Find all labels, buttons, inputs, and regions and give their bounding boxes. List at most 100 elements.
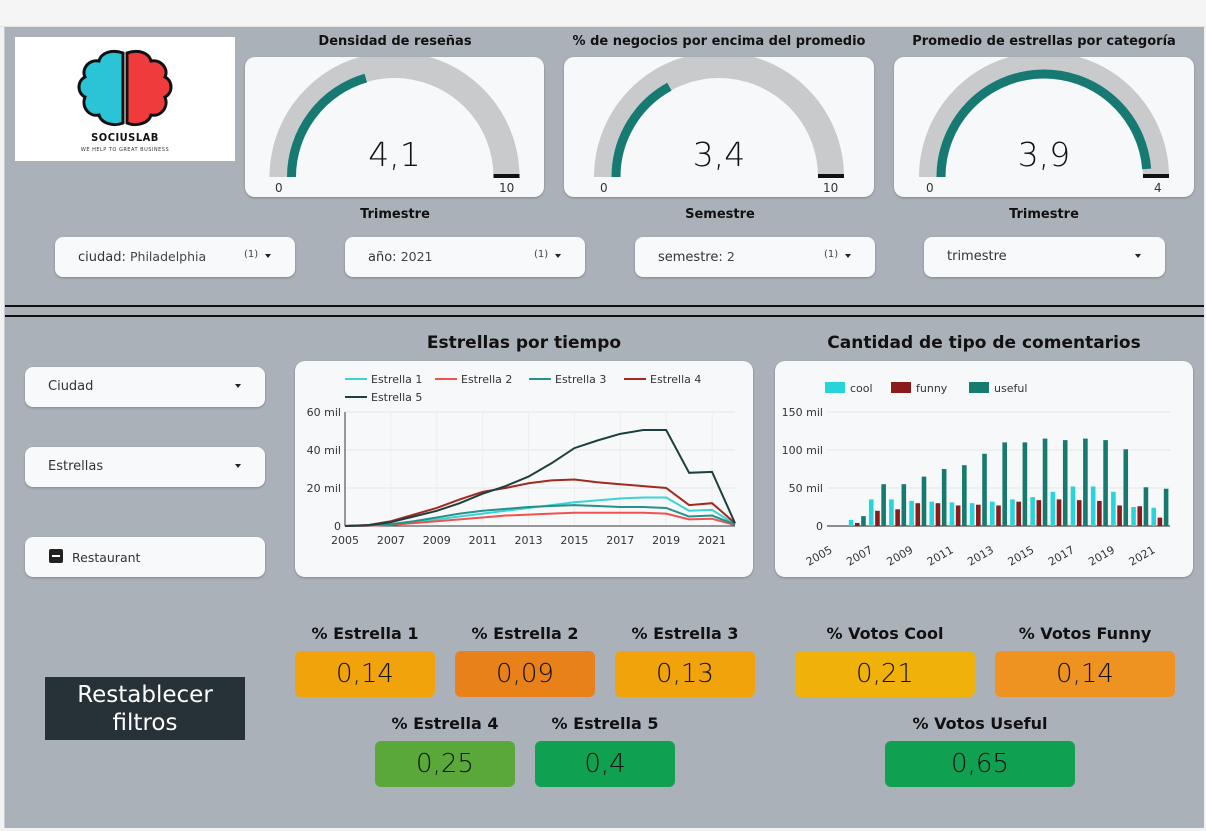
legend-label: Estrella 4: [650, 373, 701, 386]
legend-label: Estrella 2: [461, 373, 512, 386]
filter-title-semestre: Semestre: [685, 207, 755, 222]
logo-name: SOCIUSLAB: [91, 131, 159, 144]
kpi-title-estrella-5: % Estrella 5: [551, 714, 659, 733]
kpi-title-votos-useful: % Votos Useful: [912, 714, 1048, 733]
gauge-title-densidad: Densidad de reseñas: [318, 34, 472, 49]
kpi-estrella-5: 0,4: [535, 741, 675, 787]
bar-funny: [976, 504, 981, 526]
y-tick-label: 60 mil: [307, 406, 341, 419]
filter-text: semestre: 2: [658, 249, 735, 265]
bar-useful: [901, 484, 907, 526]
bar-useful: [1103, 440, 1108, 526]
city-filter-dropdown[interactable]: ciudad: Philadelphia (1): [55, 237, 295, 277]
x-tick-label: 2011: [469, 534, 497, 547]
x-tick-label: 2011: [925, 543, 956, 568]
filter-label: semestre:: [658, 250, 723, 265]
bar-funny: [1036, 500, 1042, 526]
filter-count: (1): [534, 249, 549, 260]
kpi-title-votos-cool: % Votos Cool: [826, 624, 944, 643]
filter-title-trimestre: Trimestre: [360, 207, 430, 222]
quarter-filter-dropdown[interactable]: trimestre: [924, 237, 1165, 277]
dropdown-label: Estrellas: [48, 459, 104, 474]
estrellas-dropdown[interactable]: Estrellas: [25, 447, 265, 487]
chevron-down-icon: [235, 384, 241, 388]
y-tick-label: 50 mil: [789, 482, 823, 495]
x-tick-label: 2009: [885, 543, 916, 568]
bar-cool: [909, 500, 914, 526]
x-tick-label: 2005: [804, 543, 835, 568]
gauge-arc: [594, 52, 844, 178]
chevron-down-icon: [1135, 254, 1141, 258]
bar-useful: [921, 476, 927, 526]
bar-useful: [962, 465, 967, 526]
bar-funny: [1097, 500, 1102, 526]
category-checkbox-filter[interactable]: Restaurant: [25, 537, 265, 577]
y-tick-label: 0: [334, 520, 341, 533]
x-tick-label: 2021: [1127, 543, 1158, 568]
semester-filter-dropdown[interactable]: semestre: 2 (1): [635, 237, 875, 277]
bar-funny: [895, 509, 900, 526]
bar-funny: [1157, 517, 1163, 526]
gauge-max: 4: [1154, 181, 1162, 195]
bar-funny: [1056, 499, 1062, 526]
gauge-arc: [269, 52, 520, 178]
gauge-min: 0: [275, 181, 283, 195]
bar-funny: [875, 510, 880, 526]
bar-cool: [990, 501, 995, 526]
stars-chart-title: Estrellas por tiempo: [426, 333, 622, 353]
kpi-votos-funny: 0,14: [995, 651, 1175, 697]
bar-useful: [881, 484, 886, 526]
reset-filters-button[interactable]: Restablecer filtros: [45, 677, 245, 740]
bar-cool: [868, 499, 874, 526]
bar-cool: [1050, 491, 1056, 526]
x-tick-label: 2019: [652, 534, 680, 547]
filter-label: año:: [368, 250, 397, 265]
chevron-down-icon: [235, 464, 241, 468]
x-tick-label: 2015: [560, 534, 588, 547]
legend-label: useful: [994, 382, 1027, 395]
x-tick-label: 2009: [423, 534, 451, 547]
bar-cool: [1010, 499, 1015, 526]
legend-swatch: [969, 382, 989, 393]
kpi-estrella-1: 0,14: [295, 651, 435, 697]
comments-chart-title: Cantidad de tipo de comentarios: [827, 333, 1141, 353]
stars-line-chart-card: 0 20 mil 40 mil 60 mil 2005 2007 2009 2011 2013 2…: [295, 361, 753, 577]
dashboard-canvas: SOCIUSLAB WE HELP TO GREAT BUSINESS Dens…: [4, 27, 1204, 828]
gauge-max: 10: [499, 181, 515, 195]
bar-funny: [854, 522, 860, 526]
y-tick-label: 150 mil: [782, 406, 823, 419]
x-tick-label: 2017: [1046, 543, 1077, 568]
bar-cool: [889, 499, 894, 526]
bar-funny: [935, 503, 941, 526]
brand-logo: SOCIUSLAB WE HELP TO GREAT BUSINESS: [15, 37, 235, 161]
kpi-title-estrella-3: % Estrella 3: [631, 624, 739, 643]
bar-funny: [1076, 500, 1082, 526]
bar-cool: [1111, 491, 1116, 526]
bar-useful: [1163, 488, 1169, 526]
chevron-down-icon: [555, 254, 561, 258]
gauge-value: 3,4: [692, 135, 746, 174]
kpi-estrella-2: 0,09: [455, 651, 595, 697]
y-tick-label: 20 mil: [307, 482, 341, 495]
gauge-max: 10: [823, 181, 839, 195]
ciudad-dropdown[interactable]: Ciudad: [25, 367, 265, 407]
filter-title-trimestre-2: Trimestre: [1009, 207, 1079, 222]
bar-cool: [1030, 497, 1035, 526]
kpi-votos-useful: 0,65: [885, 741, 1075, 787]
y-tick-label: 100 mil: [782, 444, 823, 457]
x-tick-label: 2017: [606, 534, 634, 547]
filter-text: ciudad: Philadelphia: [78, 249, 206, 265]
legend-swatch: [825, 382, 845, 393]
gauge-card-densidad: 4,1 0 10: [245, 52, 544, 197]
bar-cool: [969, 503, 975, 526]
bar-funny: [955, 505, 961, 526]
x-tick-label: 2013: [965, 543, 996, 568]
top-toolbar: [0, 0, 1206, 27]
filter-label: trimestre: [947, 249, 1007, 264]
bar-useful: [1042, 438, 1048, 526]
kpi-title-estrella-4: % Estrella 4: [391, 714, 499, 733]
year-filter-dropdown[interactable]: año: 2021 (1): [345, 237, 585, 277]
gauge-value: 4,1: [368, 135, 421, 174]
checkbox-indeterminate-icon[interactable]: [49, 549, 63, 563]
legend-label: cool: [850, 382, 873, 395]
